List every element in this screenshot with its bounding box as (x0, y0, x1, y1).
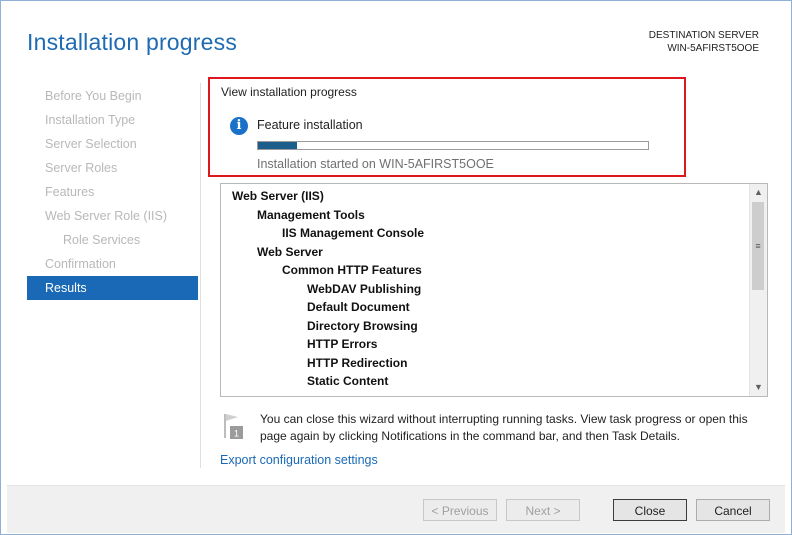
nav-item-features: Features (45, 185, 95, 199)
nav-item-server-selection: Server Selection (45, 137, 137, 151)
nav-item-web-server-role: Web Server Role (IIS) (45, 209, 168, 223)
wizard-window: Installation progress DESTINATION SERVER… (0, 0, 792, 535)
progress-bar-fill (258, 142, 297, 149)
list-item: HTTP Errors (307, 337, 378, 351)
destination-server-info: DESTINATION SERVER WIN-5AFIRST5OOE (649, 29, 759, 55)
features-list-content: Web Server (IIS) Management Tools IIS Mana… (221, 184, 749, 396)
view-progress-label: View installation progress (221, 85, 357, 99)
divider (200, 83, 201, 468)
list-item: Directory Browsing (307, 318, 418, 333)
nav-item-server-roles: Server Roles (45, 161, 118, 175)
nav-item-results[interactable]: Results (27, 276, 198, 300)
wizard-steps-nav: Before You Begin Installation Type Serve… (27, 84, 198, 300)
nav-item-confirmation: Confirmation (45, 257, 116, 271)
list-item: IIS Management Console (282, 226, 425, 240)
list-item: Web Server (257, 244, 323, 259)
list-item: Default Document (307, 300, 410, 314)
chevron-down-icon[interactable]: ▼ (750, 379, 767, 396)
list-item: Static Content (307, 374, 389, 388)
installation-progress-panel: View installation progress i Feature ins… (208, 77, 686, 177)
close-button[interactable]: Close (613, 499, 687, 521)
vertical-scrollbar[interactable]: ▲ ≡ ▼ (749, 184, 767, 396)
export-configuration-link[interactable]: Export configuration settings (220, 453, 378, 467)
nav-item-role-services: Role Services (63, 233, 141, 247)
destination-label: DESTINATION SERVER (648, 30, 759, 41)
installation-started-text: Installation started on WIN-5AFIRST5OOE (257, 157, 494, 171)
next-button[interactable]: Next > (506, 499, 580, 521)
note-badge: 1 (234, 429, 239, 439)
previous-button[interactable]: < Previous (423, 499, 497, 521)
flag-notification-icon: 1 (224, 414, 243, 439)
list-item: WebDAV Publishing (307, 281, 422, 296)
list-item: Common HTTP Features (282, 263, 422, 277)
progress-bar (257, 141, 649, 150)
info-icon: i (230, 117, 248, 135)
features-list[interactable]: Web Server (IIS) Management Tools IIS Mana… (220, 183, 768, 397)
nav-item-before-you-begin: Before You Begin (45, 89, 142, 103)
list-item: Web Server (IIS) (232, 189, 324, 203)
destination-server-name: WIN-5AFIRST5OOE (667, 43, 759, 54)
list-item: Management Tools (257, 207, 365, 222)
cancel-button[interactable]: Cancel (696, 499, 770, 521)
status-label: Feature installation (257, 118, 363, 132)
nav-item-installation-type: Installation Type (45, 113, 136, 127)
list-item: HTTP Redirection (307, 355, 408, 370)
page-title: Installation progress (27, 29, 238, 55)
scroll-thumb[interactable]: ≡ (752, 202, 764, 290)
note-text: You can close this wizard without interr… (260, 412, 748, 443)
chevron-up-icon[interactable]: ▲ (750, 184, 767, 201)
